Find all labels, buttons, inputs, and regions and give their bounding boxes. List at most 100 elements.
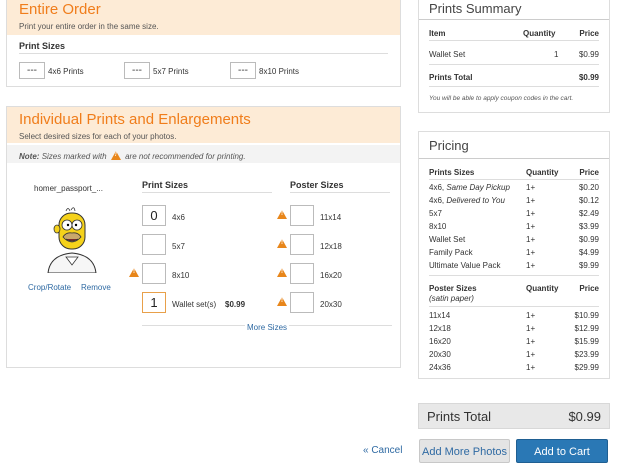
entire-order-header: Entire Order Print your entire order in … bbox=[7, 0, 400, 35]
prints-summary-title: Prints Summary bbox=[429, 1, 522, 16]
poster-size-label-20x30: 20x30 bbox=[320, 300, 342, 309]
print-sizes-divider bbox=[142, 192, 272, 193]
pricing-col-qty: Quantity bbox=[526, 168, 559, 177]
print-size-label-4x6: 4x6 bbox=[172, 213, 185, 222]
individual-prints-header: Individual Prints and Enlargements Selec… bbox=[7, 107, 400, 143]
divider bbox=[419, 158, 609, 159]
poster-row-price: $15.99 bbox=[574, 337, 599, 346]
pricing-row-qty: 1+ bbox=[526, 235, 536, 244]
pricing-row-qty: 1+ bbox=[526, 261, 536, 270]
more-sizes-link[interactable]: More Sizes bbox=[245, 323, 290, 332]
poster-sizes-sub: (satin paper) bbox=[429, 294, 474, 303]
note-bar: Note: Sizes marked with ! are not recomm… bbox=[7, 145, 400, 163]
coupon-note: You will be able to apply coupon codes i… bbox=[429, 95, 574, 102]
summary-row-price: $0.99 bbox=[578, 50, 599, 59]
pricing-row-price: $0.20 bbox=[578, 183, 599, 192]
pricing-row-size: 4x6, Delivered to You bbox=[429, 196, 505, 205]
pricing-title: Pricing bbox=[429, 138, 469, 153]
pricing-row-size: 4x6, Same Day Pickup bbox=[429, 183, 510, 192]
divider bbox=[429, 306, 599, 307]
homer-image bbox=[47, 207, 97, 274]
divider bbox=[429, 86, 599, 87]
size-4x6-select[interactable]: --- bbox=[19, 62, 45, 79]
poster-row-price: $23.99 bbox=[574, 350, 599, 359]
warning-icon: ! bbox=[277, 239, 287, 248]
poster-row-size: 11x14 bbox=[429, 311, 451, 320]
pricing-row-size: Wallet Set bbox=[429, 235, 466, 244]
entire-order-title: Entire Order bbox=[19, 1, 101, 18]
divider bbox=[429, 64, 599, 65]
prints-summary-panel: Prints Summary Item Quantity Price Walle… bbox=[418, 0, 610, 113]
qty-input-5x7[interactable] bbox=[142, 234, 166, 255]
poster-size-label-12x18: 12x18 bbox=[320, 242, 342, 251]
print-sizes-header: Print Sizes bbox=[142, 180, 189, 190]
pricing-row-price: $3.99 bbox=[578, 222, 599, 231]
poster-row-size: 20x30 bbox=[429, 350, 451, 359]
summary-row-qty: 1 bbox=[554, 50, 559, 59]
warning-icon: ! bbox=[277, 210, 287, 219]
add-to-cart-button[interactable]: Add to Cart bbox=[516, 439, 608, 463]
pricing-row-qty: 1+ bbox=[526, 196, 536, 205]
print-size-label-8x10: 8x10 bbox=[172, 271, 190, 280]
size-8x10-label: 8x10 Prints bbox=[259, 67, 300, 76]
wallet-price: $0.99 bbox=[225, 300, 246, 309]
pricing-row-price: $0.99 bbox=[578, 235, 599, 244]
warning-icon: ! bbox=[277, 268, 287, 277]
qty-input-20x30[interactable] bbox=[290, 292, 314, 313]
poster-row-qty: 1+ bbox=[526, 363, 536, 372]
summary-col-item: Item bbox=[429, 29, 446, 38]
divider bbox=[19, 53, 388, 54]
add-more-photos-button[interactable]: Add More Photos bbox=[419, 439, 510, 463]
crop-rotate-link[interactable]: Crop/Rotate bbox=[28, 283, 71, 292]
entire-order-subtitle: Print your entire order in the same size… bbox=[19, 22, 159, 31]
photo-thumbnail[interactable] bbox=[40, 203, 104, 274]
pricing-row-price: $0.12 bbox=[578, 196, 599, 205]
summary-col-qty: Quantity bbox=[523, 29, 556, 38]
divider bbox=[429, 179, 599, 180]
size-5x7-select[interactable]: --- bbox=[124, 62, 150, 79]
pricing-row-qty: 1+ bbox=[526, 183, 536, 192]
size-4x6-label: 4x6 Prints bbox=[48, 67, 84, 76]
summary-total-label: Prints Total bbox=[429, 73, 473, 82]
poster-row-qty: 1+ bbox=[526, 324, 536, 333]
qty-input-16x20[interactable] bbox=[290, 263, 314, 284]
footer-total-label: Prints Total bbox=[427, 409, 492, 424]
poster-row-size: 24x36 bbox=[429, 363, 451, 372]
print-size-label-wallet: Wallet set(s) bbox=[172, 300, 217, 309]
poster-size-label-11x14: 11x14 bbox=[320, 213, 342, 222]
divider bbox=[429, 40, 599, 41]
poster-row-size: 16x20 bbox=[429, 337, 451, 346]
note-text-2: are not recommended for printing. bbox=[125, 152, 246, 161]
warning-icon: ! bbox=[277, 297, 287, 306]
footer-total-value: $0.99 bbox=[568, 409, 601, 424]
print-size-label-5x7: 5x7 bbox=[172, 242, 185, 251]
pricing-panel: Pricing Prints Sizes Quantity Price 4x6,… bbox=[418, 131, 610, 379]
summary-total-value: $0.99 bbox=[578, 73, 599, 82]
poster-row-qty: 1+ bbox=[526, 311, 536, 320]
qty-input-8x10[interactable] bbox=[142, 263, 166, 284]
entire-order-print-sizes-label: Print Sizes bbox=[19, 41, 66, 51]
size-5x7-label: 5x7 Prints bbox=[153, 67, 189, 76]
pricing-col-price: Price bbox=[579, 168, 599, 177]
footer-total-bar: Prints Total $0.99 bbox=[418, 403, 610, 429]
qty-input-11x14[interactable] bbox=[290, 205, 314, 226]
warning-icon: ! bbox=[129, 268, 139, 277]
note-text-1: Sizes marked with bbox=[41, 152, 107, 161]
pricing-row-qty: 1+ bbox=[526, 209, 536, 218]
qty-input-wallet[interactable]: 1 bbox=[142, 292, 166, 313]
poster-sizes-divider bbox=[290, 192, 390, 193]
qty-input-4x6[interactable]: 0 bbox=[142, 205, 166, 226]
individual-prints-title: Individual Prints and Enlargements bbox=[19, 111, 251, 128]
pricing-row-price: $4.99 bbox=[578, 248, 599, 257]
poster-row-price: $29.99 bbox=[574, 363, 599, 372]
size-8x10-select[interactable]: --- bbox=[230, 62, 256, 79]
pricing-row-size: 8x10 bbox=[429, 222, 447, 231]
pricing-row-price: $9.99 bbox=[578, 261, 599, 270]
poster-col-price: Price bbox=[579, 284, 599, 293]
cancel-link[interactable]: « Cancel bbox=[363, 445, 402, 456]
remove-link[interactable]: Remove bbox=[81, 283, 111, 292]
photo-name: homer_passport_... bbox=[34, 184, 103, 193]
qty-input-12x18[interactable] bbox=[290, 234, 314, 255]
pricing-row-qty: 1+ bbox=[526, 222, 536, 231]
poster-sizes-header: Poster Sizes bbox=[290, 180, 344, 190]
